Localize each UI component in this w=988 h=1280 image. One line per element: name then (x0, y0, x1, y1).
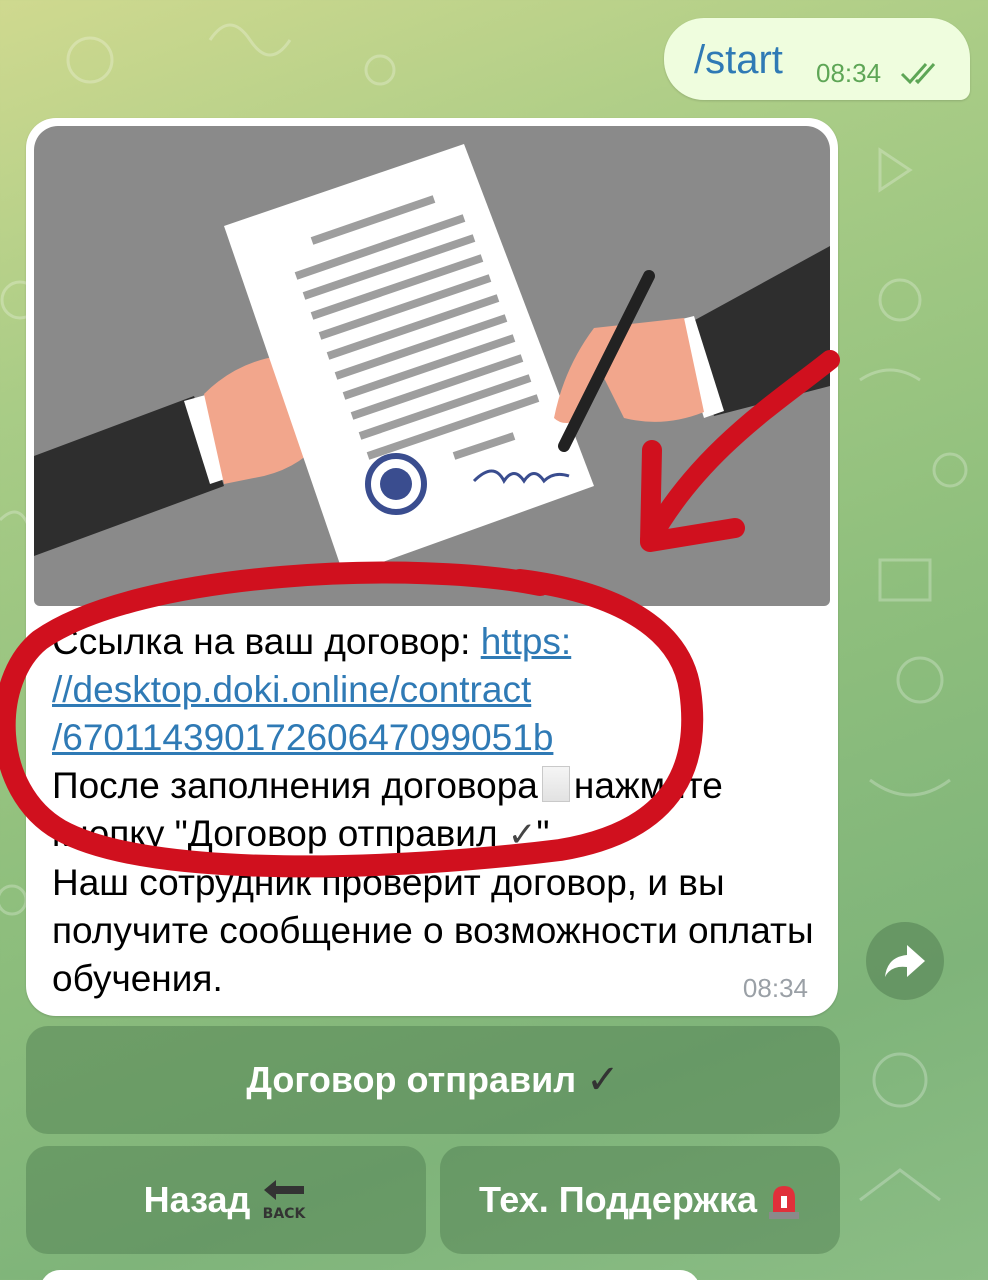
double-check-icon (900, 63, 936, 85)
check-mark-icon: ✓ (586, 1058, 620, 1102)
outgoing-message-bubble[interactable]: /start 08:34 (664, 18, 970, 100)
contract-sent-button-label: Договор отправил (246, 1059, 577, 1100)
contract-sent-button[interactable]: Договор отправил ✓ (26, 1026, 840, 1134)
back-icon-text: BACK (263, 1206, 307, 1222)
forward-arrow-icon (885, 945, 925, 977)
incoming-message-time: 08:34 (742, 973, 808, 1003)
tech-support-button-label: Тех. Поддержка (479, 1179, 757, 1220)
contract-link-part1[interactable]: https: (481, 621, 572, 662)
outgoing-message-time: 08:34 (816, 58, 882, 88)
siren-icon (768, 1186, 799, 1219)
contract-link-prefix: Ссылка на ваш договор: (52, 621, 481, 662)
incoming-message-bubble[interactable]: Ссылка на ваш договор: https: //desktop.… (26, 118, 838, 1016)
press-button-text-end: ". (536, 813, 560, 854)
after-fill-text: После заполнения договора (52, 765, 538, 806)
forward-button[interactable] (866, 922, 944, 1000)
next-message-peek (40, 1270, 700, 1280)
contract-link-part2[interactable]: //desktop.doki.online/contract (52, 669, 531, 710)
back-button[interactable]: Назад BACK (26, 1146, 426, 1254)
contract-link-part3[interactable]: /67011439017260647099051b (52, 717, 553, 758)
outgoing-message-text: /start (694, 38, 783, 82)
back-button-label: Назад (143, 1179, 251, 1220)
tech-support-button[interactable]: Тех. Поддержка (440, 1146, 840, 1254)
staff-check-text: Наш сотрудник проверит договор, и вы пол… (52, 862, 814, 999)
contract-illustration-image[interactable] (34, 126, 830, 606)
back-arrow-icon: BACK (263, 1180, 307, 1222)
document-emoji-icon (541, 766, 570, 802)
message-body: Ссылка на ваш договор: https: //desktop.… (52, 618, 822, 1003)
check-mark-emoji-icon: ✓ (507, 816, 537, 854)
